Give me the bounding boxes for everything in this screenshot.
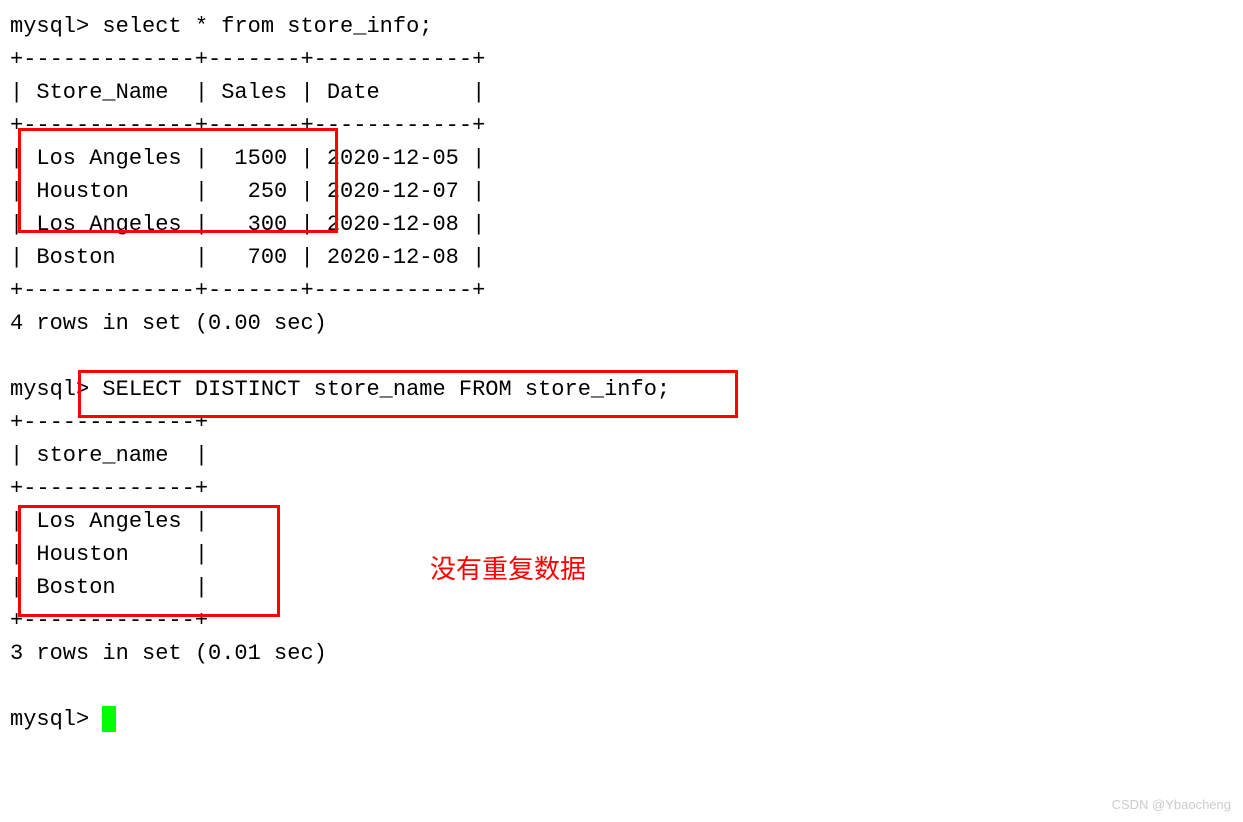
table1-row-1: | Los Angeles | 1500 | 2020-12-05 | xyxy=(10,146,485,171)
terminal-output: mysql> select * from store_info; +------… xyxy=(10,10,1243,736)
table2-row-3: | Boston | xyxy=(10,575,208,600)
table2-border-mid: +-------------+ xyxy=(10,476,208,501)
table2-border-bottom: +-------------+ xyxy=(10,608,208,633)
table1-row-2: | Houston | 250 | 2020-12-07 | xyxy=(10,179,485,204)
table1-header-row: | Store_Name | Sales | Date | xyxy=(10,80,485,105)
table1-row-4: | Boston | 700 | 2020-12-08 | xyxy=(10,245,485,270)
table2-border-top: +-------------+ xyxy=(10,410,208,435)
mysql-prompt: mysql> xyxy=(10,14,89,39)
mysql-prompt: mysql> xyxy=(10,377,89,402)
result-2: 3 rows in set (0.01 sec) xyxy=(10,641,327,666)
result-1: 4 rows in set (0.00 sec) xyxy=(10,311,327,336)
query-1: select * from store_info; xyxy=(102,14,432,39)
query-2: SELECT DISTINCT store_name FROM store_in… xyxy=(102,377,670,402)
table2-row-1: | Los Angeles | xyxy=(10,509,208,534)
cursor-icon[interactable] xyxy=(102,706,116,732)
annotation-text: 没有重复数据 xyxy=(430,550,586,589)
table2-row-2: | Houston | xyxy=(10,542,208,567)
table1-border-bottom: +-------------+-------+------------+ xyxy=(10,278,485,303)
table1-border-mid: +-------------+-------+------------+ xyxy=(10,113,485,138)
watermark-text: CSDN @Ybaocheng xyxy=(1112,795,1231,815)
table2-header-row: | store_name | xyxy=(10,443,208,468)
table1-row-3: | Los Angeles | 300 | 2020-12-08 | xyxy=(10,212,485,237)
table1-border-top: +-------------+-------+------------+ xyxy=(10,47,485,72)
mysql-prompt: mysql> xyxy=(10,707,89,732)
